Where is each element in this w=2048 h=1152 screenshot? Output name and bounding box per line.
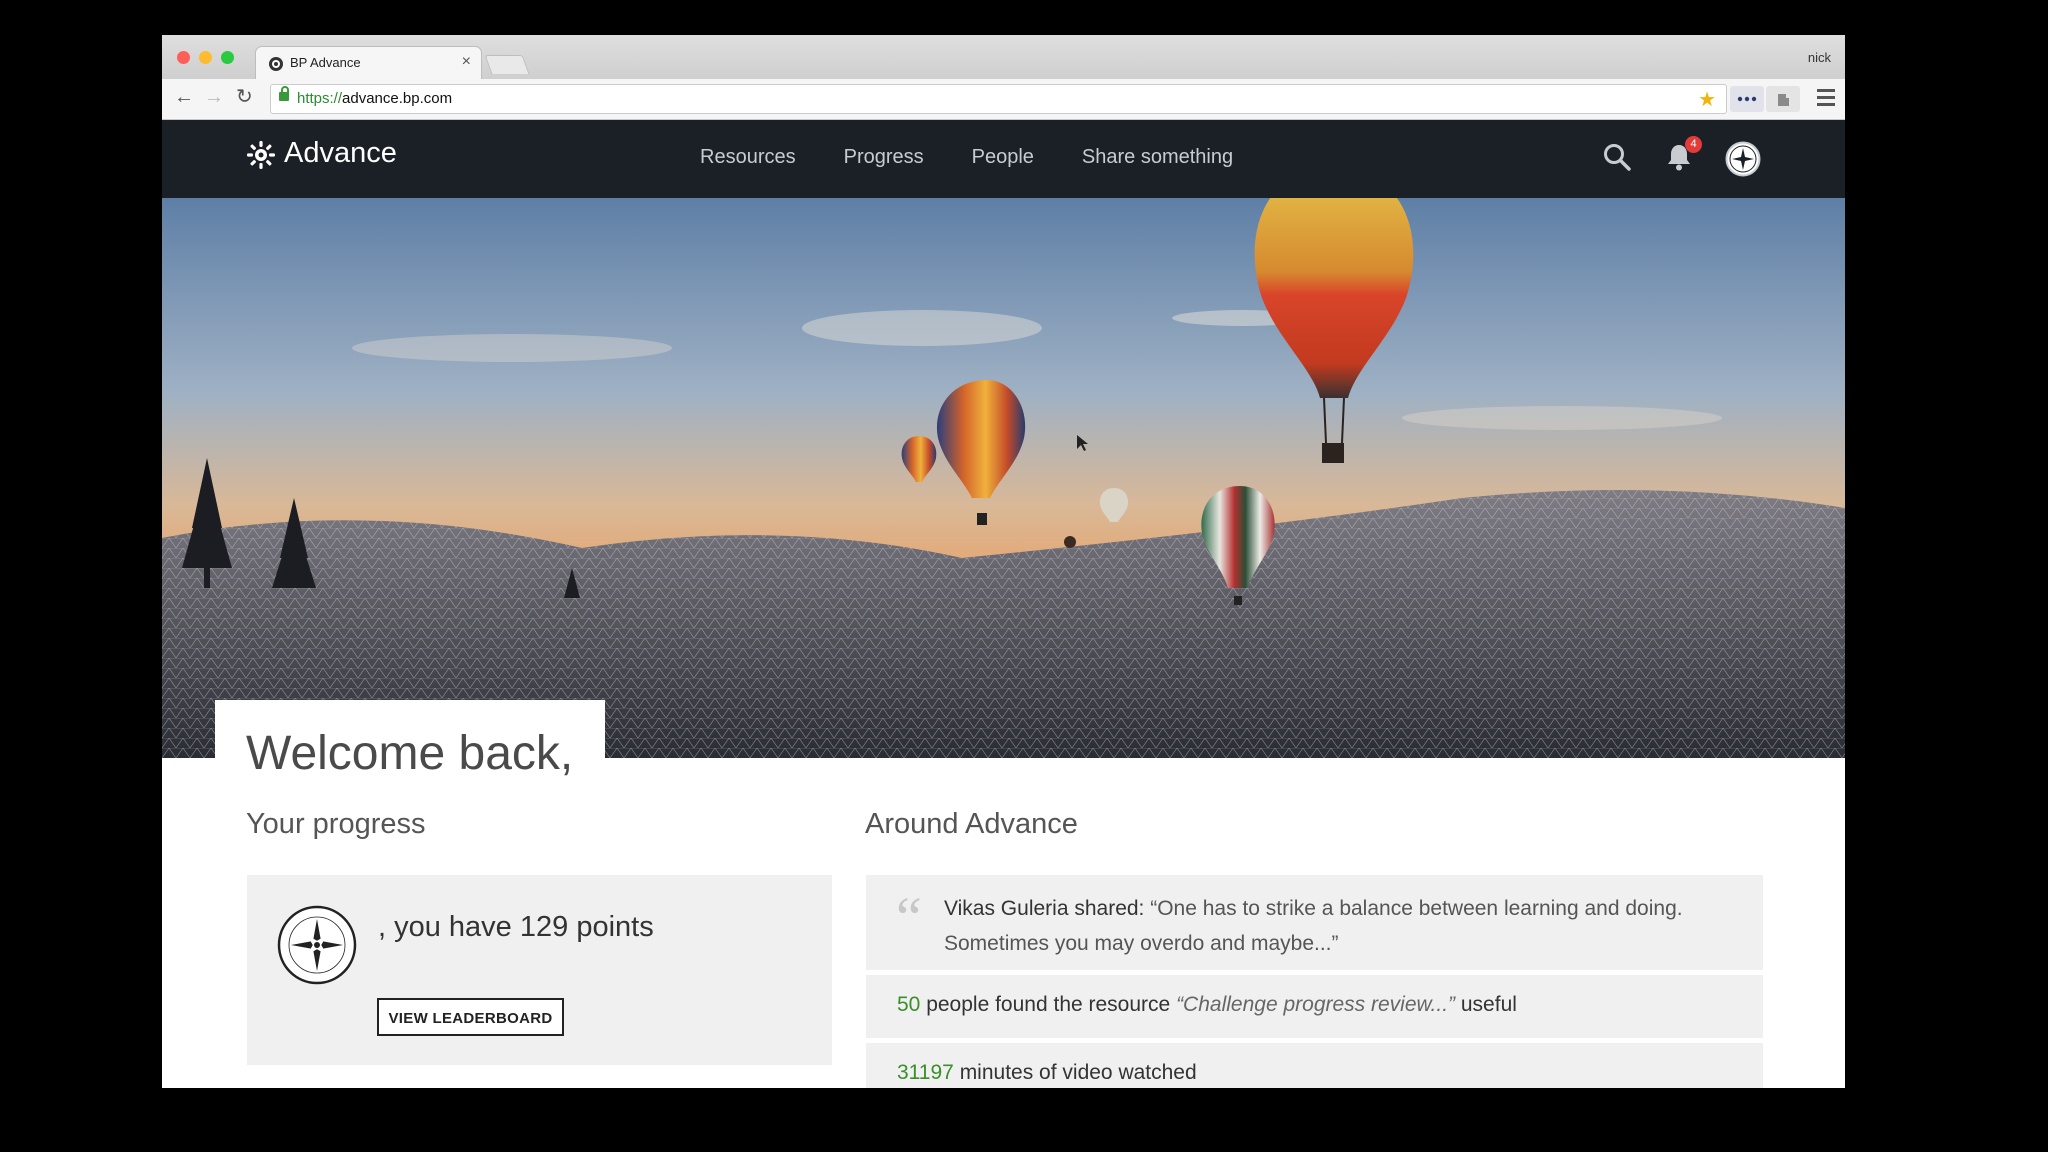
advance-logo[interactable]: Advance [246,136,397,170]
profile-name[interactable]: nick [1808,50,1831,65]
back-arrow-icon[interactable]: ← [174,87,194,107]
bp-helios-icon [247,141,275,169]
video-minutes-count: 31197 [897,1061,954,1084]
share-text: Vikas Guleria shared: “One has to strike… [944,891,1734,961]
url-text: https://advance.bp.com [297,90,453,107]
bp-favicon-icon [269,57,283,71]
share-author[interactable]: Vikas Guleria shared: [944,897,1144,920]
maximize-window-button[interactable] [221,51,234,64]
browser-toolbar: ← → ↻ https://advance.bp.com ★ [162,79,1845,120]
logo-text: Advance [284,136,397,169]
hot-air-balloons-image [162,198,1845,758]
lock-icon [279,86,289,101]
main-nav: Resources Progress People Share somethin… [700,146,1233,169]
user-avatar-compass-icon[interactable] [1725,141,1761,177]
browser-menu-icon[interactable] [1817,89,1835,110]
welcome-card: Welcome back, [215,700,605,800]
resource-text: 50 people found the resource “Challenge … [897,993,1517,1016]
feed-item-resource[interactable]: 50 people found the resource “Challenge … [866,975,1763,1038]
bookmark-star-icon[interactable]: ★ [1698,87,1716,112]
quote-icon: “ [896,885,922,950]
feed-item-share[interactable]: “ Vikas Guleria shared: “One has to stri… [866,875,1763,970]
tab-close-icon[interactable]: × [462,53,471,71]
extension-icon[interactable] [1766,86,1800,112]
new-tab-button[interactable] [484,55,530,74]
extension-dots-icon[interactable] [1730,86,1764,112]
browser-window: BP Advance × nick ← → ↻ https://advance.… [162,35,1845,1088]
points-text: , you have 129 points [378,911,654,943]
window-controls [177,51,234,64]
resource-count: 50 [897,993,921,1016]
close-window-button[interactable] [177,51,190,64]
reload-icon[interactable]: ↻ [236,87,253,107]
forward-arrow-icon[interactable]: → [204,87,224,107]
nav-people[interactable]: People [972,146,1034,169]
browser-tab[interactable]: BP Advance × [256,47,481,79]
nav-share-something[interactable]: Share something [1082,146,1233,169]
nav-resources[interactable]: Resources [700,146,796,169]
notification-count-badge: 4 [1685,136,1702,153]
hero-banner [162,198,1845,758]
welcome-heading: Welcome back, [246,727,574,780]
tab-title: BP Advance [290,55,361,70]
video-text: 31197 minutes of video watched [897,1061,1197,1084]
address-bar[interactable]: https://advance.bp.com ★ [270,84,1727,114]
your-progress-heading: Your progress [246,808,426,840]
tab-bar: BP Advance × nick [162,35,1845,79]
nav-progress[interactable]: Progress [844,146,924,169]
site-header: Advance Resources Progress People Share … [162,120,1845,198]
progress-card: , you have 129 points VIEW LEADERBOARD [247,875,832,1065]
view-leaderboard-button[interactable]: VIEW LEADERBOARD [377,998,564,1036]
feed-item-video[interactable]: 31197 minutes of video watched [866,1043,1763,1088]
resource-title[interactable]: “Challenge progress review...” [1176,993,1455,1016]
minimize-window-button[interactable] [199,51,212,64]
search-icon[interactable] [1602,142,1632,172]
compass-avatar-icon [277,905,357,985]
around-advance-heading: Around Advance [865,808,1078,840]
